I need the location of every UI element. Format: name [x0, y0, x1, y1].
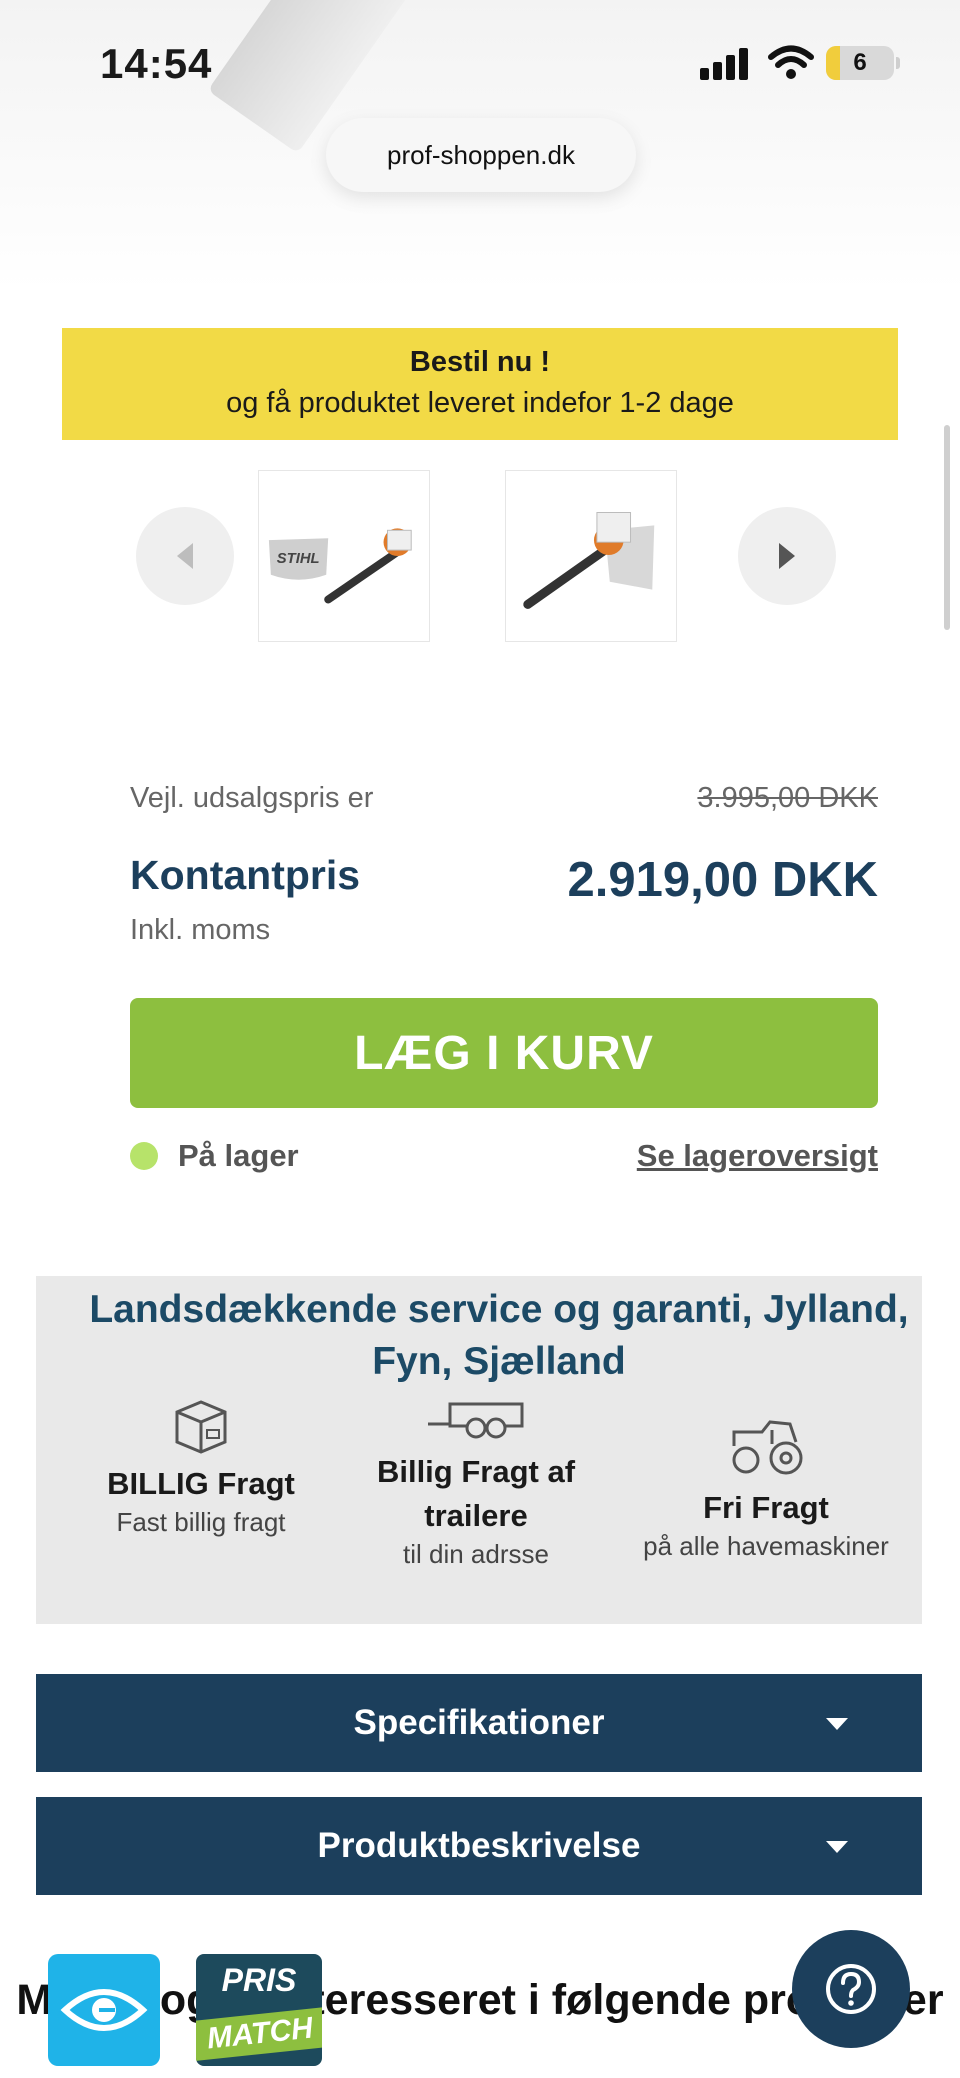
feature-trailer-shipping: Billig Fragt af trailere til din adrsse	[356, 1396, 596, 1570]
scrollbar[interactable]	[944, 425, 950, 630]
stock-status: På lager	[178, 1138, 299, 1173]
feature-title: Fri Fragt	[703, 1490, 829, 1525]
question-icon	[826, 1964, 876, 2014]
accordion-label: Specifikationer	[353, 1703, 605, 1742]
feature-subtitle: på alle havemaskiner	[643, 1531, 889, 1561]
battery-cap	[896, 57, 900, 69]
feature-title: BILLIG Fragt	[107, 1466, 295, 1501]
prismatch-bottom-text: MATCH	[196, 2006, 322, 2062]
trailer-icon	[428, 1402, 524, 1439]
feature-title: Billig Fragt af trailere	[376, 1454, 576, 1533]
feature-subtitle: Fast billig fragt	[116, 1507, 286, 1537]
service-title: Landsdækkende service og garanti, Jyllan…	[89, 1288, 909, 1383]
thumbnail-1[interactable]: STIHL	[258, 470, 430, 642]
feature-free-shipping: Fri Fragt på alle havemaskiner	[626, 1416, 906, 1562]
suggested-price-label: Vejl. udsalgspris er	[130, 782, 374, 814]
eye-badge-icon[interactable]	[48, 1954, 160, 2066]
wifi-icon	[768, 44, 814, 82]
chevron-right-icon	[779, 543, 795, 569]
suggested-price: 3.995,00 DKK	[697, 782, 878, 814]
banner-headline: Bestil nu !	[409, 346, 551, 378]
feature-subtitle: til din adrsse	[403, 1539, 549, 1569]
chevron-down-icon	[826, 1841, 848, 1853]
cash-price: 2.919,00 DKK	[567, 853, 878, 907]
battery-level: 6	[853, 49, 867, 76]
status-bar: 14:54 6	[0, 0, 960, 130]
prismatch-badge[interactable]: PRIS MATCH	[196, 1954, 322, 2066]
box-icon	[175, 1400, 227, 1454]
carousel-prev-button[interactable]	[136, 507, 234, 605]
stock-overview-link[interactable]: Se lageroversigt	[637, 1138, 878, 1174]
accordion-label: Produktbeskrivelse	[317, 1826, 641, 1865]
feature-cheap-shipping: BILLIG Fragt Fast billig fragt	[66, 1396, 336, 1538]
prismatch-top-text: PRIS	[221, 1962, 297, 1998]
accordion-specifications[interactable]: Specifikationer	[36, 1674, 922, 1772]
status-time: 14:54	[100, 40, 213, 87]
battery-icon: 6	[826, 46, 894, 80]
thumbnail-brand-label: STIHL	[277, 551, 320, 567]
add-to-cart-button[interactable]: LÆG I KURV	[130, 998, 878, 1108]
vat-note: Inkl. moms	[130, 914, 271, 946]
signal-icon	[700, 48, 750, 80]
thumbnail-2[interactable]	[505, 470, 677, 642]
cash-price-label: Kontantpris	[130, 852, 361, 898]
tractor-icon	[732, 1420, 803, 1475]
help-button[interactable]	[792, 1930, 910, 2048]
url-bar[interactable]: prof-shoppen.dk	[326, 118, 636, 192]
chevron-down-icon	[826, 1718, 848, 1730]
service-box: Landsdækkende service og garanti, Jyllan…	[36, 1276, 922, 1624]
order-banner: Bestil nu ! og få produktet leveret inde…	[62, 328, 898, 440]
accordion-product-description[interactable]: Produktbeskrivelse	[36, 1797, 922, 1895]
banner-subline: og få produktet leveret indefor 1-2 dage	[226, 387, 734, 419]
in-stock-indicator	[130, 1142, 158, 1170]
carousel-next-button[interactable]	[738, 507, 836, 605]
chevron-left-icon	[177, 543, 193, 569]
